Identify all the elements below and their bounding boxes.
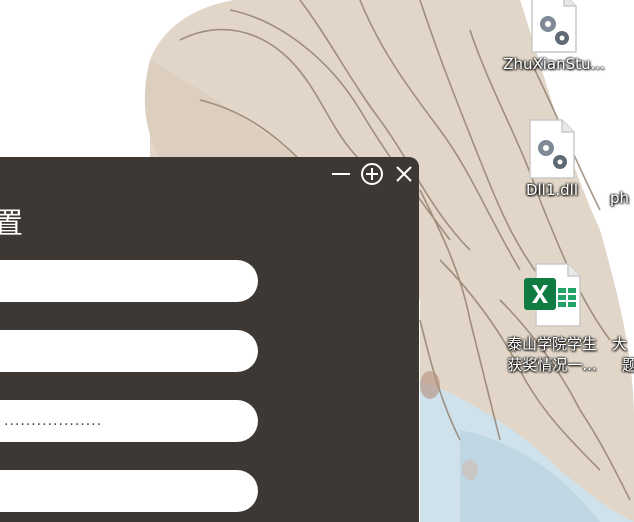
settings-dialog: 置 [0, 157, 419, 522]
settings-file-icon [529, 119, 575, 179]
excel-icon [524, 263, 581, 327]
desktop-icon-label: 题 [622, 356, 634, 374]
desktop-icon-zhuxianstu[interactable]: ZhuXianStu... [496, 0, 612, 75]
desktop-icon-label: 泰山学院学生 [506, 335, 597, 353]
desktop-icon-label: ph [610, 189, 630, 207]
minimize-button[interactable] [328, 161, 354, 187]
desktop-icon-dll1[interactable]: Dll1.dll [512, 118, 592, 201]
minimize-icon [332, 173, 350, 175]
desktop-icon-label: Dll1.dll [525, 181, 579, 199]
close-button[interactable] [391, 161, 417, 187]
desktop: ZhuXianStu... Dll1.dll ph 泰山学院学生 获奖情况一..… [0, 0, 634, 522]
desktop-icon-excel-file[interactable]: 泰山学院学生 获奖情况一... [494, 262, 610, 376]
close-icon [396, 166, 412, 182]
desktop-icon-label: 大 [612, 335, 628, 353]
desktop-icon-ph[interactable]: ph [610, 188, 634, 209]
dialog-title: 置 [0, 206, 24, 240]
text-field-2[interactable] [0, 330, 258, 372]
password-field[interactable] [0, 400, 258, 442]
text-field-1[interactable] [0, 260, 258, 302]
maximize-icon [361, 163, 383, 185]
settings-file-icon [531, 0, 577, 53]
text-field-4[interactable] [0, 470, 258, 512]
maximize-button[interactable] [359, 161, 385, 187]
desktop-icon-label: 获奖情况一... [507, 356, 597, 374]
desktop-icon-partial[interactable]: 大 题 [612, 334, 634, 376]
desktop-icon-label: ZhuXianStu... [503, 55, 605, 73]
